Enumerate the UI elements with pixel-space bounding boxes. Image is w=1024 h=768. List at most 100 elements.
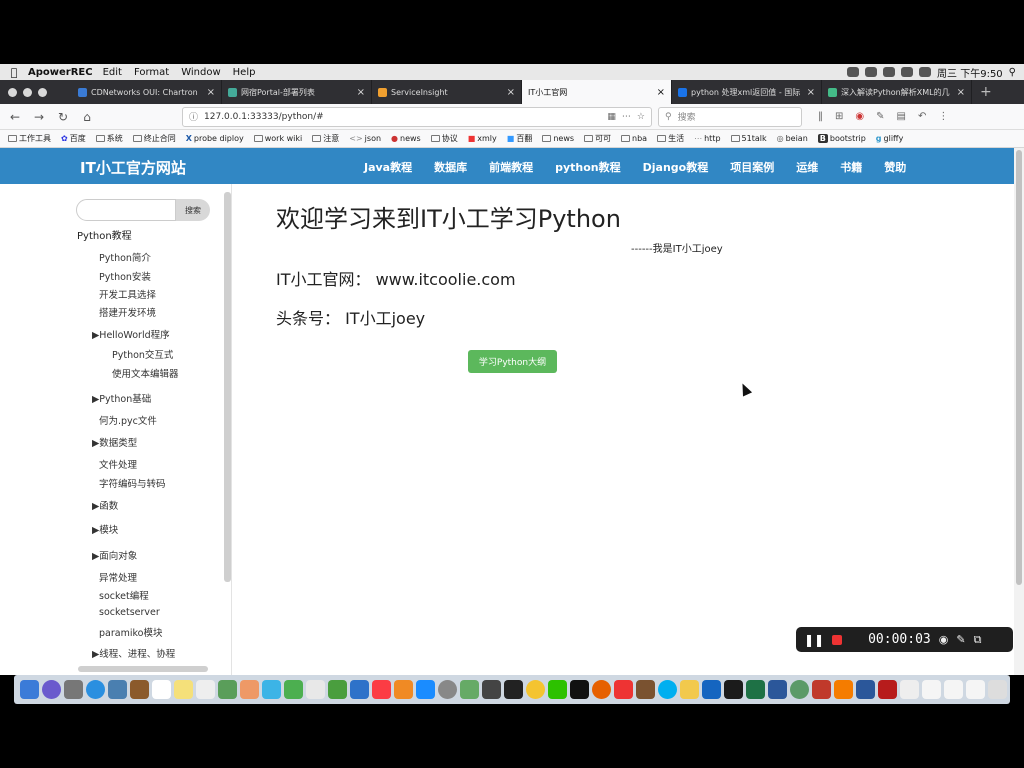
finder-icon[interactable] <box>20 680 39 699</box>
nav-projects[interactable]: 项目案例 <box>730 159 774 175</box>
sidebar-item-datatypes[interactable]: ▶数据类型 <box>92 435 137 449</box>
maps-icon[interactable] <box>218 680 237 699</box>
document-icon[interactable] <box>900 680 919 699</box>
window-thumb-icon[interactable] <box>944 680 963 699</box>
nav-python[interactable]: python教程 <box>555 159 621 175</box>
bookmark-item[interactable]: ● news <box>391 134 421 143</box>
bookmark-item[interactable]: 工作工具 <box>8 133 51 144</box>
menu-window[interactable]: Window <box>181 67 220 78</box>
tab-python-xml[interactable]: python 处理xml返回值 - 国际 × <box>672 80 822 104</box>
notes2-icon[interactable] <box>680 680 699 699</box>
facetime-icon[interactable] <box>284 680 303 699</box>
photos-icon[interactable] <box>240 680 259 699</box>
preferences-icon[interactable] <box>438 680 457 699</box>
globe-dock-icon[interactable] <box>790 680 809 699</box>
editor-icon[interactable] <box>768 680 787 699</box>
numbers-icon[interactable] <box>328 680 347 699</box>
menu-help[interactable]: Help <box>233 67 256 78</box>
music-icon[interactable] <box>372 680 391 699</box>
tab-serviceinsight[interactable]: ServiceInsight × <box>372 80 522 104</box>
bookmark-item[interactable]: Xprobe diploy <box>186 134 244 143</box>
bookmark-item[interactable]: 终止合同 <box>132 133 176 144</box>
nav-java[interactable]: Java教程 <box>364 159 412 175</box>
url-text[interactable]: 127.0.0.1:33333/python/# <box>204 112 601 122</box>
vlc-icon[interactable] <box>834 680 853 699</box>
clock[interactable]: 周三 下午9:50 <box>937 65 1003 80</box>
bookmark-item[interactable]: 注意 <box>312 133 339 144</box>
tab-close-icon[interactable]: × <box>657 87 665 98</box>
nav-database[interactable]: 数据库 <box>434 159 467 175</box>
excel-icon[interactable] <box>746 680 765 699</box>
tab-python-xml-2[interactable]: 深入解读Python解析XML的几 × <box>822 80 972 104</box>
outline-button[interactable]: 学习Python大纲 <box>468 350 557 373</box>
tab-cdnetworks[interactable]: CDNetworks OUI: Chartron × <box>72 80 222 104</box>
pages-icon[interactable] <box>306 680 325 699</box>
bookmark-item[interactable]: nba <box>621 134 647 143</box>
tab-portal[interactable]: 网宿Portal-部署列表 × <box>222 80 372 104</box>
spotlight-icon[interactable]: ⚲ <box>1009 67 1016 78</box>
wechat-icon[interactable] <box>847 67 860 77</box>
media-icon[interactable] <box>878 680 897 699</box>
archive-icon[interactable] <box>636 680 655 699</box>
nav-django[interactable]: Django教程 <box>643 159 709 175</box>
nav-books[interactable]: 书籍 <box>840 159 862 175</box>
recorder-app-icon[interactable] <box>614 680 633 699</box>
powerpoint-icon[interactable] <box>812 680 831 699</box>
bookmark-item[interactable]: ⋯ http <box>694 134 720 143</box>
search-bar[interactable]: ⚲ 搜索 <box>658 106 802 127</box>
bookmark-item[interactable]: ✿ 百度 <box>61 133 86 144</box>
sidebar-item-files[interactable]: 文件处理 <box>99 457 137 471</box>
sidebar-item-threads[interactable]: ▶线程、进程、协程 <box>92 646 175 660</box>
chrome-icon[interactable] <box>526 680 545 699</box>
library-icon[interactable]: ‖ <box>818 111 823 122</box>
sidebar-scrollbar[interactable] <box>224 192 231 582</box>
wechat-dock-icon[interactable] <box>548 680 567 699</box>
close-window-icon[interactable] <box>8 87 17 97</box>
url-bar[interactable]: ⓘ 127.0.0.1:33333/python/# ▦ ⋯ ☆ <box>182 106 652 127</box>
battery-icon[interactable] <box>919 67 932 77</box>
pen-icon[interactable]: ✎ <box>956 633 965 646</box>
qr-icon[interactable]: ▦ <box>607 112 616 122</box>
home-icon[interactable]: ⌂ <box>78 110 96 124</box>
skype-icon[interactable] <box>658 680 677 699</box>
console-icon[interactable] <box>504 680 523 699</box>
minimize-window-icon[interactable] <box>23 87 32 97</box>
bookmark-item[interactable]: Bbootstrip <box>817 134 866 143</box>
page-scroll-thumb[interactable] <box>1016 150 1022 585</box>
bookmark-item[interactable]: 可可 <box>584 133 611 144</box>
zoom-window-icon[interactable] <box>38 87 47 97</box>
sidebar-title[interactable]: Python教程 <box>77 227 132 242</box>
site-logo[interactable]: IT小工官方网站 <box>80 157 186 178</box>
notes-icon[interactable] <box>174 680 193 699</box>
window-thumb-icon[interactable] <box>966 680 985 699</box>
page-scrollbar[interactable] <box>1014 148 1024 675</box>
apple-icon[interactable]:  <box>0 66 28 79</box>
sidebar-item-pyc[interactable]: 何为.pyc文件 <box>99 413 157 427</box>
sidebar-item-encoding[interactable]: 字符编码与转码 <box>99 476 166 490</box>
sidebar-search-button[interactable]: 搜索 <box>176 199 210 221</box>
bookmark-item[interactable]: 系统 <box>95 133 123 144</box>
window-icon[interactable]: ⧉ <box>974 633 982 647</box>
trash-icon[interactable] <box>988 680 1007 699</box>
bookmark-item[interactable]: 生活 <box>657 133 684 144</box>
tab-close-icon[interactable]: × <box>507 87 515 98</box>
bookmark-item[interactable]: work wiki <box>253 134 302 143</box>
nav-ops[interactable]: 运维 <box>796 159 818 175</box>
menu-icon[interactable]: ⋮ <box>938 111 948 122</box>
bookmark-item[interactable]: news <box>542 134 574 143</box>
camera-icon[interactable]: ◉ <box>939 633 949 646</box>
sidebar-item-paramiko[interactable]: paramiko模块 <box>99 625 162 639</box>
tray-app-icon[interactable] <box>865 67 878 77</box>
sidebar-item-intro[interactable]: Python简介 <box>99 250 151 264</box>
sidebar-icon[interactable]: ▤ <box>897 111 906 122</box>
xcode-icon[interactable] <box>460 680 479 699</box>
tab-close-icon[interactable]: × <box>807 87 815 98</box>
terminal-icon[interactable] <box>482 680 501 699</box>
reminders-icon[interactable] <box>196 680 215 699</box>
word-icon[interactable] <box>856 680 875 699</box>
bookmark-star-icon[interactable]: ☆ <box>637 112 645 122</box>
sidebar-item-install[interactable]: Python安装 <box>99 269 151 283</box>
sidebar-item-socketserver[interactable]: socketserver <box>99 607 160 618</box>
sidebar-item-functions[interactable]: ▶函数 <box>92 498 118 512</box>
qq-icon[interactable] <box>883 67 896 77</box>
